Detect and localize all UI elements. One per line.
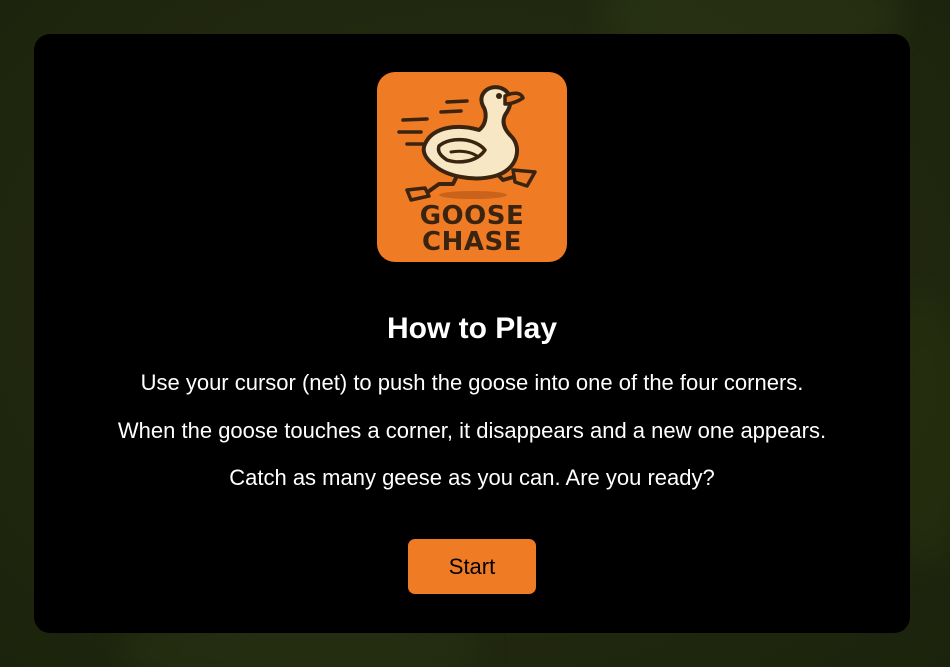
- how-to-play-dialog: GOOSE CHASE How to Play Use your cursor …: [34, 34, 910, 633]
- instruction-line: Use your cursor (net) to push the goose …: [140, 370, 804, 395]
- goose-chase-logo: GOOSE CHASE: [377, 72, 567, 262]
- instruction-line: When the goose touches a corner, it disa…: [117, 418, 827, 443]
- running-goose-icon: GOOSE CHASE: [397, 85, 537, 257]
- instruction-line: Catch as many geese as you can. Are you …: [229, 465, 715, 490]
- start-button[interactable]: Start: [408, 539, 536, 594]
- how-to-play-title: How to Play: [386, 312, 558, 345]
- logo-text-chase: CHASE: [422, 227, 522, 257]
